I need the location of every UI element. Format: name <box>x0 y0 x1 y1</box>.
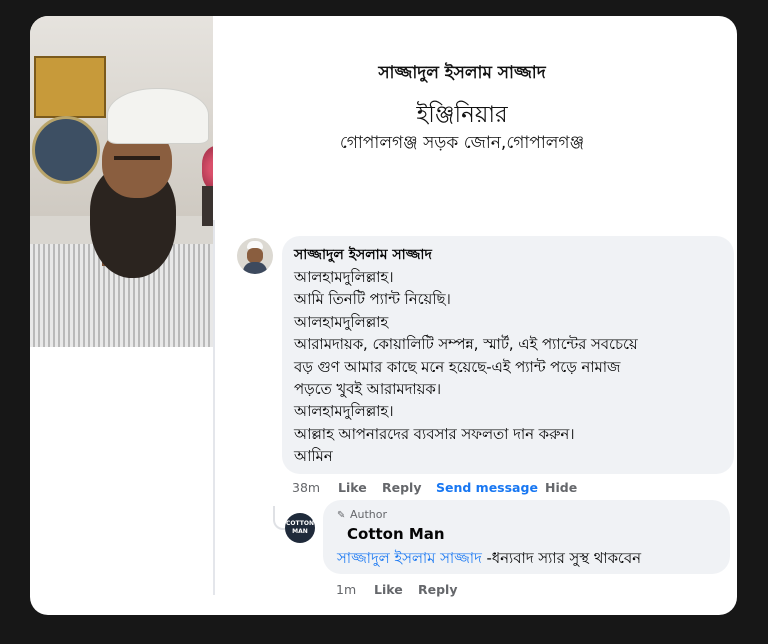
testimonial-card: সাজ্জাদুল ইসলাম সাজ্জাদ ইঞ্জিনিয়ার গোপা… <box>30 16 737 615</box>
author-badge-label: Author <box>350 508 388 521</box>
comment-line: আলহামদুলিল্লাহ <box>294 313 389 331</box>
send-message-button[interactable]: Send message <box>436 480 538 495</box>
comment-line: আলহামদুলিল্লাহ। <box>294 269 394 286</box>
page-avatar[interactable]: COTTON MAN <box>285 513 315 543</box>
hide-button[interactable]: Hide <box>545 480 577 495</box>
profile-photo <box>30 16 213 347</box>
reply-author[interactable]: Cotton Man <box>347 525 445 543</box>
comment-line: বড় গুণ আমার কাছে মনে হয়েছে-এই প্যান্ট … <box>294 358 621 376</box>
mention-link[interactable]: সাজ্জাদুল ইসলাম সাজ্জাদ <box>337 550 482 567</box>
reply-text: সাজ্জাদুল ইসলাম সাজ্জাদ -ধন্যবাদ স্যার স… <box>337 547 641 572</box>
comment-author[interactable]: সাজ্জাদুল ইসলাম সাজ্জাদ <box>294 243 432 267</box>
comment-line: পড়তে খুবই আরামদায়ক। <box>294 381 442 399</box>
reply-button[interactable]: Reply <box>382 480 421 495</box>
comment-time[interactable]: 38m <box>292 480 320 495</box>
comment-line: আমি তিনটি প্যান্ট নিয়েছি। <box>294 291 451 309</box>
reply-like-button[interactable]: Like <box>374 582 403 597</box>
comment-bubble: সাজ্জাদুল ইসলাম সাজ্জাদ আলহামদুলিল্লাহ। … <box>282 236 734 474</box>
comment-line: আমিন <box>294 448 333 466</box>
pen-icon: ✎ <box>337 510 346 521</box>
profile-name: সাজ্জাদুল ইসলাম সাজ্জাদ <box>378 63 546 83</box>
comment-line: আল্লাহ আপনারদের ব্যবসার সফলতা দান করুন। <box>294 425 575 443</box>
comment-text: আলহামদুলিল্লাহ। আমি তিনটি প্যান্ট নিয়েছ… <box>294 267 724 469</box>
reply-reply-button[interactable]: Reply <box>418 582 457 597</box>
commenter-avatar[interactable] <box>237 238 273 274</box>
reply-time[interactable]: 1m <box>336 582 356 597</box>
like-button[interactable]: Like <box>338 480 367 495</box>
reply-message: -ধন্যবাদ স্যার সুস্থ থাকবেন <box>481 550 641 567</box>
comment-line: আরামদায়ক, কোয়ালিটি সম্পন্ন, স্মার্ট, এ… <box>294 336 638 354</box>
reply-bubble: ✎ Author Cotton Man সাজ্জাদুল ইসলাম সাজ্জ… <box>323 500 730 574</box>
thread-divider <box>213 220 215 595</box>
profile-office: গোপালগঞ্জ সড়ক জোন,গোপালগঞ্জ <box>339 133 585 153</box>
comment-line: আলহামদুলিল্লাহ। <box>294 403 394 421</box>
author-badge: ✎ Author <box>337 508 387 521</box>
